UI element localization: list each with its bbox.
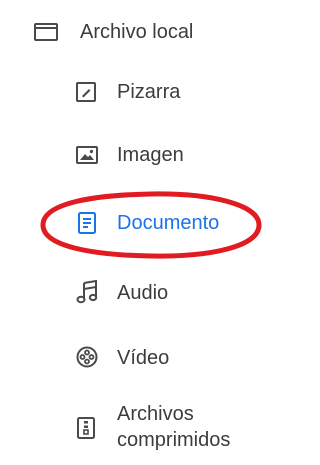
folder-icon: [34, 23, 58, 41]
image-icon: [76, 146, 98, 164]
menu-item-archivos-comprimidos[interactable]: Archivos comprimidos: [0, 400, 283, 456]
menu-item-label: Documento: [117, 212, 220, 234]
menu-item-label: Pizarra: [117, 81, 181, 103]
music-note-icon: [76, 280, 98, 304]
document-icon: [78, 212, 96, 234]
video-reel-icon: [76, 346, 98, 368]
menu-item-label: Imagen: [117, 144, 184, 166]
file-type-menu: Archivo local Pizarra Imagen Documento A…: [0, 0, 283, 465]
menu-item-label: Audio: [117, 282, 169, 304]
menu-item-video[interactable]: Vídeo: [0, 337, 283, 377]
menu-item-documento[interactable]: Documento: [0, 203, 283, 243]
whiteboard-icon: [76, 82, 96, 102]
menu-item-pizarra[interactable]: Pizarra: [0, 72, 283, 112]
menu-item-label: Vídeo: [117, 347, 170, 369]
menu-header-label: Archivo local: [80, 21, 194, 43]
menu-item-label-line2: comprimidos: [117, 429, 231, 451]
menu-header-archivo-local[interactable]: Archivo local: [0, 12, 283, 52]
menu-item-label-line1: Archivos: [117, 403, 194, 425]
menu-item-imagen[interactable]: Imagen: [0, 135, 283, 175]
archive-icon: [77, 417, 95, 439]
menu-item-audio[interactable]: Audio: [0, 272, 283, 312]
